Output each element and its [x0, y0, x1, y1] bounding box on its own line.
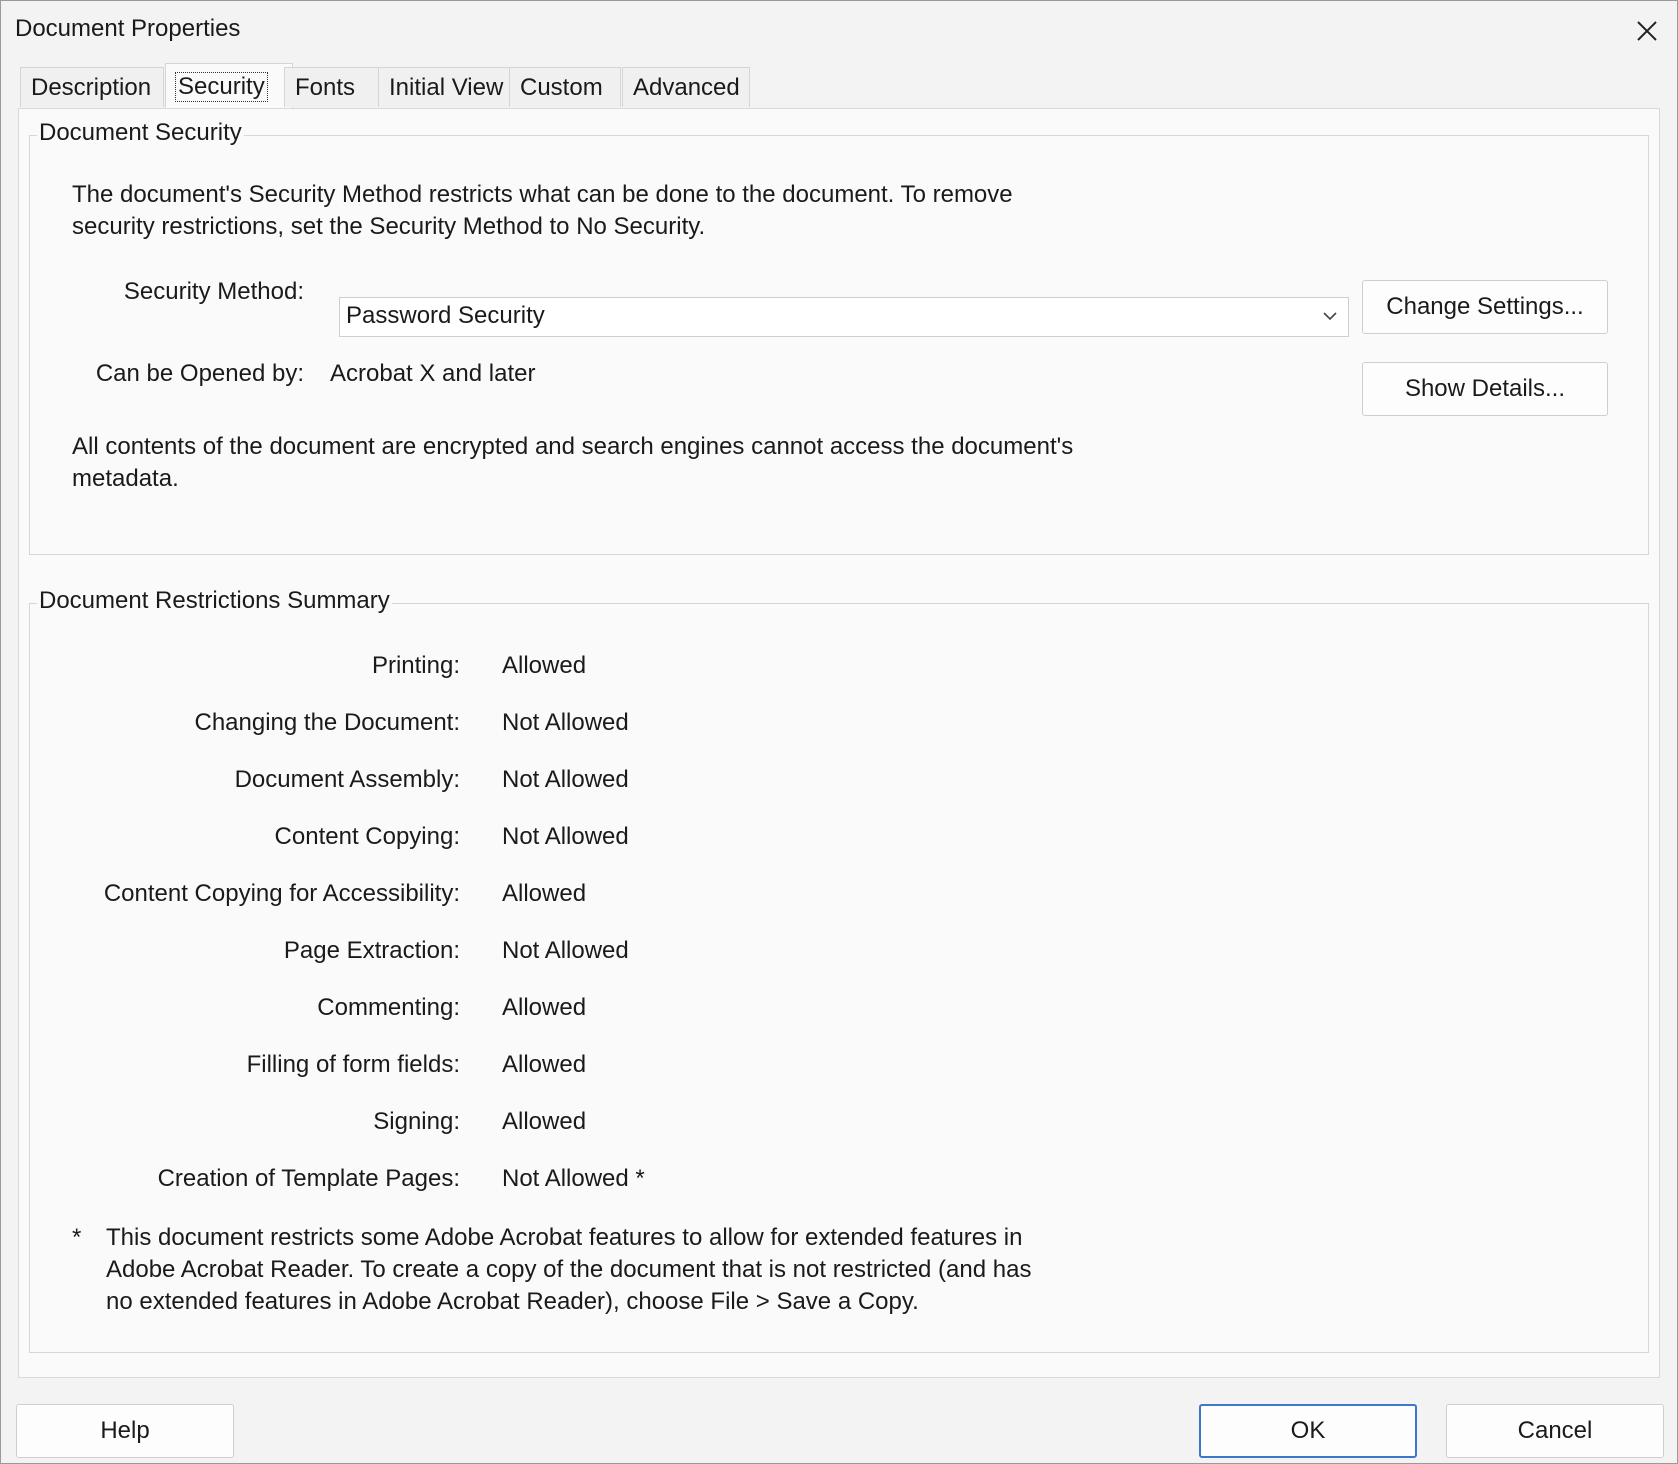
restrictions-legend: Document Restrictions Summary	[37, 587, 392, 615]
footnote-marker: *	[72, 1224, 82, 1251]
restriction-value-assembly: Not Allowed	[502, 766, 629, 793]
footnote-line1: This document restricts some Adobe Acrob…	[106, 1224, 1023, 1251]
help-button[interactable]: Help	[16, 1404, 234, 1458]
restriction-label-extraction: Page Extraction:	[283, 937, 460, 964]
restriction-label-form-filling: Filling of form fields:	[246, 1051, 460, 1078]
restriction-label-accessibility: Content Copying for Accessibility:	[103, 880, 460, 907]
restriction-label-changing: Changing the Document:	[194, 709, 461, 736]
security-method-label: Security Method:	[123, 278, 304, 305]
ok-button[interactable]: OK	[1199, 1404, 1417, 1458]
can-be-opened-label: Can be Opened by:	[95, 360, 304, 387]
tab-security[interactable]: Security	[165, 63, 293, 109]
encryption-note-line2: metadata.	[72, 465, 179, 492]
restriction-label-template-pages: Creation of Template Pages:	[157, 1165, 460, 1192]
restriction-label-commenting: Commenting:	[317, 994, 460, 1021]
security-method-dropdown[interactable]: Password Security	[339, 297, 1349, 337]
tab-fonts[interactable]: Fonts	[284, 67, 392, 107]
tab-custom[interactable]: Custom	[509, 67, 621, 107]
security-intro-line2: security restrictions, set the Security …	[72, 213, 706, 240]
restriction-value-changing: Not Allowed	[502, 709, 629, 736]
restriction-value-commenting: Allowed	[502, 994, 587, 1021]
tab-initial-view[interactable]: Initial View	[378, 67, 518, 107]
restriction-value-accessibility: Allowed	[502, 880, 587, 907]
security-intro-line1: The document's Security Method restricts…	[72, 181, 1013, 208]
security-tab-panel: Document Security The document's Securit…	[18, 108, 1660, 1378]
document-security-legend: Document Security	[37, 119, 244, 147]
window-title: Document Properties	[15, 15, 241, 42]
tab-description[interactable]: Description	[20, 67, 164, 107]
restriction-value-template-pages: Not Allowed *	[502, 1165, 645, 1192]
document-properties-dialog: Document Properties Description Security…	[0, 0, 1678, 1464]
restriction-value-copying: Not Allowed	[502, 823, 629, 850]
close-button[interactable]	[1627, 11, 1667, 51]
restriction-value-printing: Allowed	[502, 652, 587, 679]
show-details-button[interactable]: Show Details...	[1362, 362, 1608, 416]
footnote-line3: no extended features in Adobe Acrobat Re…	[106, 1288, 919, 1315]
footnote-line2: Adobe Acrobat Reader. To create a copy o…	[106, 1256, 1032, 1283]
document-security-group: Document Security The document's Securit…	[29, 119, 1649, 555]
restriction-value-extraction: Not Allowed	[502, 937, 629, 964]
cancel-button[interactable]: Cancel	[1446, 1404, 1664, 1458]
can-be-opened-value: Acrobat X and later	[330, 360, 536, 387]
restrictions-summary-group: Document Restrictions Summary Printing: …	[29, 587, 1649, 1353]
restriction-value-form-filling: Allowed	[502, 1051, 587, 1078]
restriction-label-signing: Signing:	[373, 1108, 460, 1135]
change-settings-button[interactable]: Change Settings...	[1362, 280, 1608, 334]
close-icon	[1637, 21, 1657, 41]
restriction-label-assembly: Document Assembly:	[234, 766, 460, 793]
restriction-label-printing: Printing:	[371, 652, 460, 679]
security-method-value: Password Security	[346, 302, 545, 329]
tab-advanced[interactable]: Advanced	[622, 67, 750, 107]
chevron-down-icon	[1323, 312, 1337, 321]
encryption-note-line1: All contents of the document are encrypt…	[72, 433, 1074, 460]
restriction-value-signing: Allowed	[502, 1108, 587, 1135]
restriction-label-copying: Content Copying:	[274, 823, 460, 850]
